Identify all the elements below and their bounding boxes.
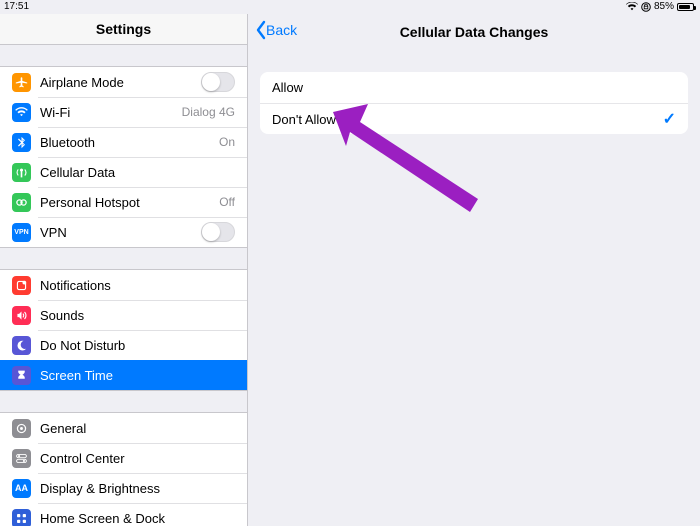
option-label: Allow [272, 80, 303, 95]
sidebar-item-homescreen[interactable]: Home Screen & Dock [0, 503, 247, 526]
option-dont-allow[interactable]: Don't Allow ✓ [260, 103, 688, 134]
sidebar-group-alerts: Notifications Sounds Do Not Disturb [0, 269, 247, 391]
sidebar-item-notifications[interactable]: Notifications [0, 270, 247, 300]
sidebar-item-label: Do Not Disturb [40, 338, 235, 353]
wifi-status-icon [626, 2, 638, 11]
detail-pane: Back Cellular Data Changes Allow Don't A… [248, 14, 700, 526]
sidebar-item-bluetooth[interactable]: Bluetooth On [0, 127, 247, 157]
sidebar-item-cellular[interactable]: Cellular Data [0, 157, 247, 187]
sidebar-item-label: Notifications [40, 278, 235, 293]
gear-icon [12, 419, 31, 438]
moon-icon [12, 336, 31, 355]
airplane-icon [12, 73, 31, 92]
sidebar-item-controlcenter[interactable]: Control Center [0, 443, 247, 473]
switches-icon [12, 449, 31, 468]
sidebar-item-sounds[interactable]: Sounds [0, 300, 247, 330]
bluetooth-value: On [219, 135, 235, 149]
sidebar-item-label: Sounds [40, 308, 235, 323]
orientation-lock-icon [641, 2, 651, 12]
sidebar-item-label: Screen Time [40, 368, 235, 383]
sidebar-item-hotspot[interactable]: Personal Hotspot Off [0, 187, 247, 217]
sidebar-item-label: Display & Brightness [40, 481, 235, 496]
sidebar-group-general: General Control Center AA Display & Brig… [0, 412, 247, 526]
detail-header: Back Cellular Data Changes [248, 14, 700, 50]
hourglass-icon [12, 366, 31, 385]
option-allow[interactable]: Allow [260, 72, 688, 103]
sidebar-title: Settings [0, 14, 247, 45]
wifi-icon [12, 103, 31, 122]
hotspot-value: Off [219, 195, 235, 209]
sidebar-item-general[interactable]: General [0, 413, 247, 443]
sidebar-item-vpn[interactable]: VPN VPN [0, 217, 247, 247]
battery-percent: 85% [654, 1, 674, 12]
bell-icon [12, 276, 31, 295]
sidebar-item-label: Personal Hotspot [40, 195, 219, 210]
vpn-icon: VPN [12, 223, 31, 242]
sidebar-item-wifi[interactable]: Wi-Fi Dialog 4G [0, 97, 247, 127]
airplane-toggle[interactable] [201, 72, 235, 92]
battery-icon [677, 3, 694, 11]
detail-title: Cellular Data Changes [400, 24, 549, 40]
sidebar-item-label: General [40, 421, 235, 436]
wifi-value: Dialog 4G [182, 105, 235, 119]
vpn-toggle[interactable] [201, 222, 235, 242]
option-label: Don't Allow [272, 112, 336, 127]
settings-sidebar: Settings Airplane Mode Wi-Fi Dialog 4G [0, 14, 248, 526]
sidebar-item-screentime[interactable]: Screen Time [0, 360, 247, 390]
grid-icon [12, 509, 31, 526]
sidebar-item-label: Bluetooth [40, 135, 219, 150]
status-time: 17:51 [4, 1, 29, 12]
options-list: Allow Don't Allow ✓ [260, 72, 688, 134]
sidebar-item-display[interactable]: AA Display & Brightness [0, 473, 247, 503]
status-bar: 17:51 85% [0, 0, 700, 14]
sidebar-item-label: Home Screen & Dock [40, 511, 235, 526]
aa-icon: AA [12, 479, 31, 498]
sidebar-item-label: Airplane Mode [40, 75, 201, 90]
sidebar-group-connectivity: Airplane Mode Wi-Fi Dialog 4G Bluetooth … [0, 66, 247, 248]
sidebar-item-airplane[interactable]: Airplane Mode [0, 67, 247, 97]
bluetooth-icon [12, 133, 31, 152]
sidebar-item-label: Control Center [40, 451, 235, 466]
speaker-icon [12, 306, 31, 325]
hotspot-icon [12, 193, 31, 212]
back-label: Back [266, 22, 297, 38]
sidebar-item-label: VPN [40, 225, 201, 240]
antenna-icon [12, 163, 31, 182]
checkmark-icon: ✓ [663, 109, 676, 129]
back-button[interactable]: Back [254, 20, 297, 40]
sidebar-item-dnd[interactable]: Do Not Disturb [0, 330, 247, 360]
sidebar-item-label: Wi-Fi [40, 105, 182, 120]
sidebar-item-label: Cellular Data [40, 165, 235, 180]
